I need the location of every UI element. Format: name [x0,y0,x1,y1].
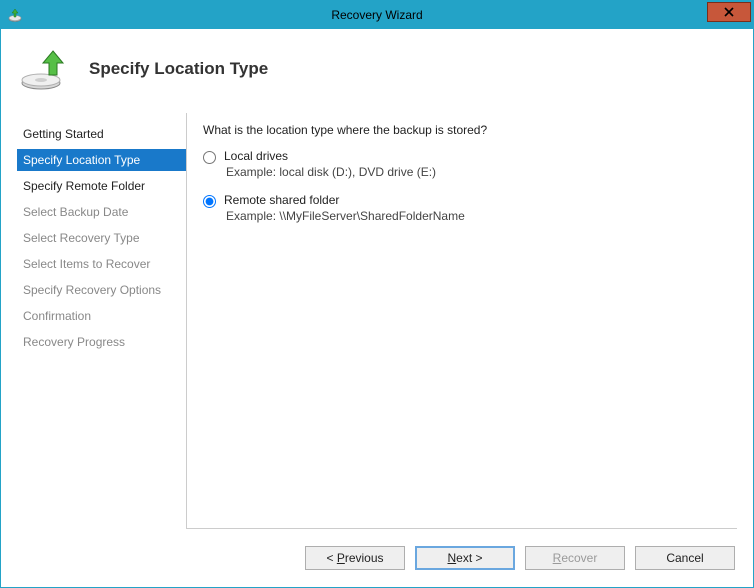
option-example: Example: \\MyFileServer\SharedFolderName [224,209,465,223]
wizard-footer: < Previous Next > Recover Cancel [1,529,753,587]
wizard-step[interactable]: Specify Remote Folder [17,175,186,197]
option-local-radio[interactable] [203,151,216,164]
close-icon [724,7,734,17]
wizard-window: Recovery Wizard Specify Location Type Ge… [0,0,754,588]
wizard-step[interactable]: Specify Location Type [17,149,186,171]
location-type-options: Local drives Example: local disk (D:), DV… [203,149,731,223]
app-icon [7,7,23,23]
wizard-steps: Getting Started Specify Location Type Spec… [17,113,187,529]
option-label: Local drives [224,149,436,163]
wizard-step: Confirmation [17,305,186,327]
page-title: Specify Location Type [89,59,268,79]
recovery-icon [19,47,69,91]
titlebar: Recovery Wizard [1,1,753,29]
next-button[interactable]: Next > [415,546,515,570]
option-example: Example: local disk (D:), DVD drive (E:) [224,165,436,179]
content-prompt: What is the location type where the back… [203,123,731,137]
option-body: Local drives Example: local disk (D:), DV… [224,149,436,179]
previous-button[interactable]: < Previous [305,546,405,570]
option-body: Remote shared folder Example: \\MyFileSer… [224,193,465,223]
option-remote[interactable]: Remote shared folder Example: \\MyFileSer… [203,193,731,223]
wizard-step: Recovery Progress [17,331,186,353]
recover-button: Recover [525,546,625,570]
option-local[interactable]: Local drives Example: local disk (D:), DV… [203,149,731,179]
wizard-step: Specify Recovery Options [17,279,186,301]
option-label: Remote shared folder [224,193,465,207]
wizard-step: Select Recovery Type [17,227,186,249]
cancel-button[interactable]: Cancel [635,546,735,570]
wizard-header: Specify Location Type [1,29,753,113]
wizard-body: Getting Started Specify Location Type Spec… [1,113,753,529]
wizard-step: Select Backup Date [17,201,186,223]
wizard-step[interactable]: Getting Started [17,123,186,145]
option-remote-radio[interactable] [203,195,216,208]
window-title: Recovery Wizard [1,8,753,22]
close-button[interactable] [707,2,751,22]
wizard-content: What is the location type where the back… [187,113,737,529]
wizard-step: Select Items to Recover [17,253,186,275]
